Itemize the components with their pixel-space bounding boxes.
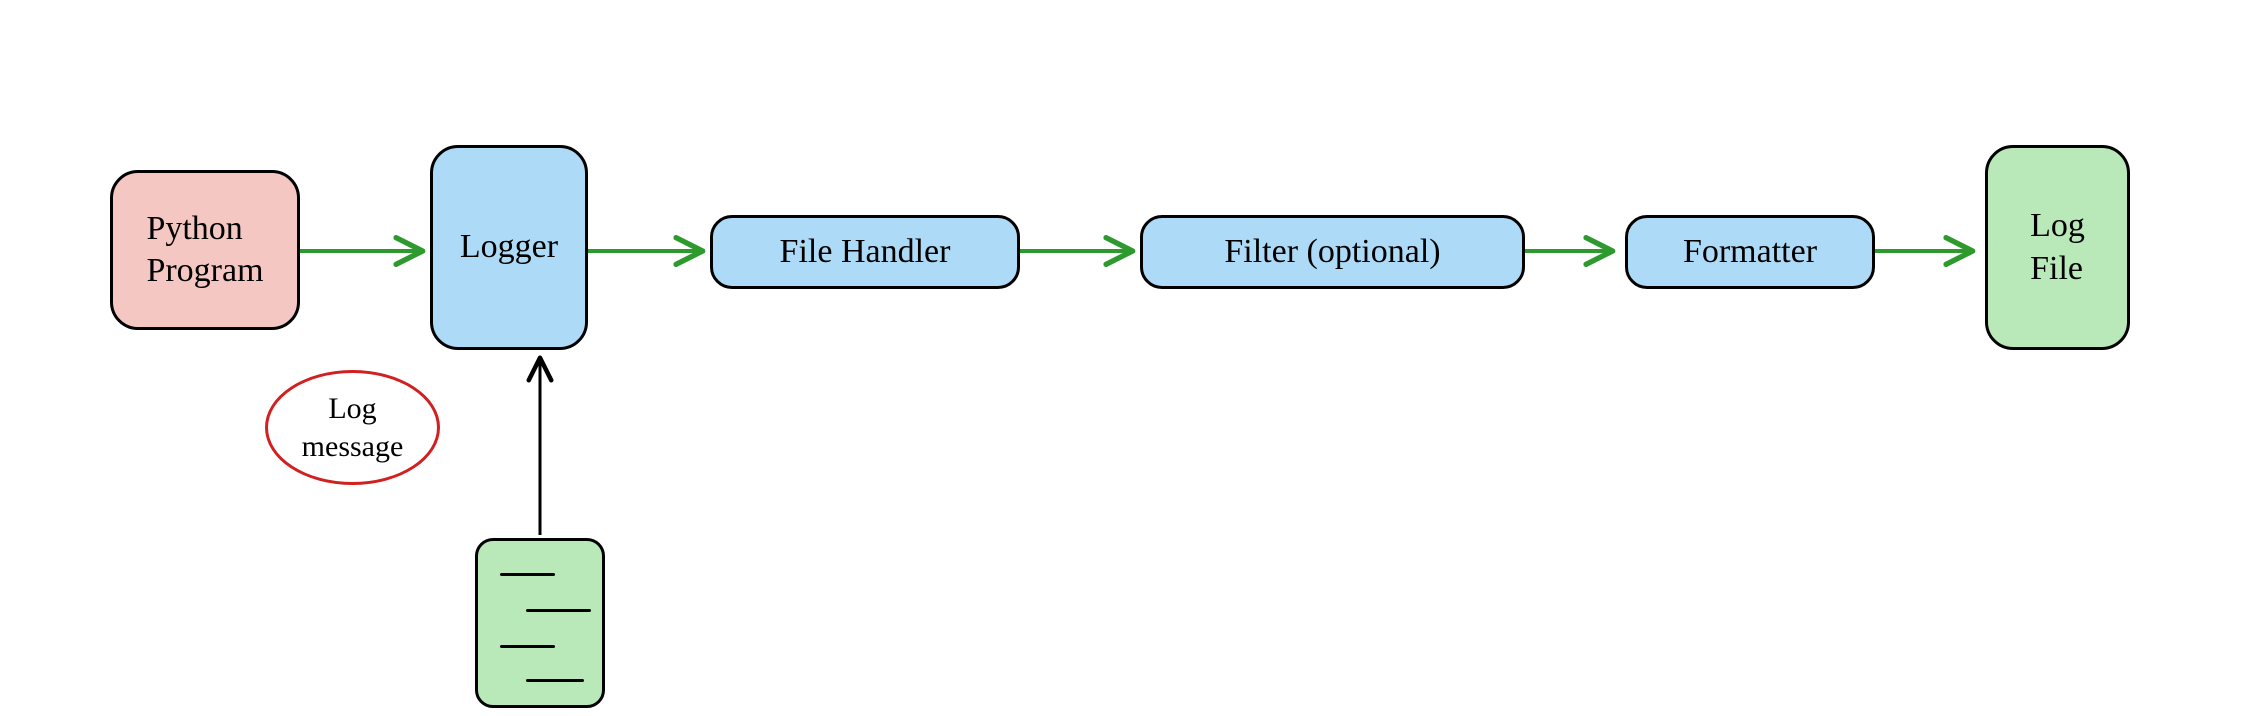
node-filter: Filter (optional) bbox=[1140, 215, 1525, 289]
node-log-file-label: Log File bbox=[2030, 205, 2085, 290]
config-line bbox=[500, 645, 555, 648]
node-logger: Logger bbox=[430, 145, 588, 350]
node-file-handler: File Handler bbox=[710, 215, 1020, 289]
arrows-layer bbox=[0, 0, 2244, 716]
node-python-program: Python Program bbox=[110, 170, 300, 330]
node-log-file: Log File bbox=[1985, 145, 2130, 350]
node-formatter-label: Formatter bbox=[1683, 231, 1817, 274]
node-formatter: Formatter bbox=[1625, 215, 1875, 289]
config-line bbox=[500, 573, 555, 576]
node-python-program-label: Python Program bbox=[146, 208, 263, 293]
config-line bbox=[526, 679, 584, 682]
log-message-ellipse: Log message bbox=[265, 370, 440, 485]
config-line bbox=[526, 609, 591, 612]
logging-flow-diagram: Python Program Logger File Handler Filte… bbox=[0, 0, 2244, 716]
node-filter-label: Filter (optional) bbox=[1224, 231, 1440, 274]
node-file-handler-label: File Handler bbox=[780, 231, 951, 274]
config-file-icon bbox=[475, 538, 605, 708]
node-logger-label: Logger bbox=[460, 226, 558, 269]
log-message-label: Log message bbox=[302, 390, 404, 465]
